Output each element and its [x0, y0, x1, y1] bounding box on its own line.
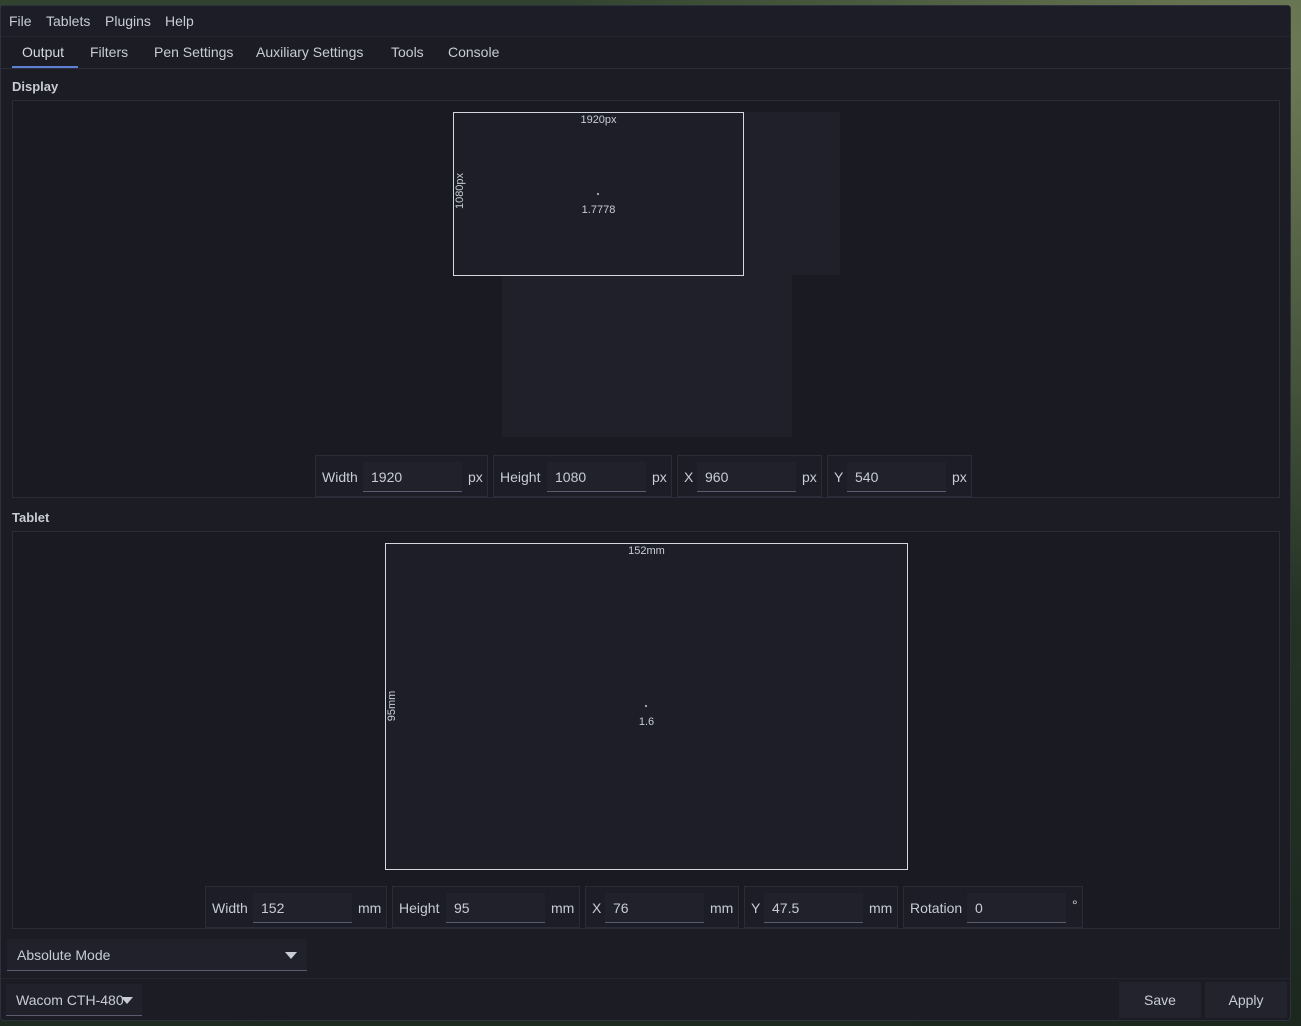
tablet-y-field: Y 47.5 mm	[744, 886, 898, 928]
output-mode-value: Absolute Mode	[17, 947, 111, 963]
display-width-field-label: Width	[322, 469, 358, 485]
tablet-x-input[interactable]: 76	[605, 893, 704, 923]
tablet-aspect-label: 1.6	[638, 716, 655, 728]
display-width-input[interactable]: 1920	[363, 462, 462, 492]
tablet-section-title: Tablet	[12, 510, 50, 525]
display-width-label: 1920px	[580, 114, 617, 126]
tablet-width-unit: mm	[358, 900, 382, 916]
display-y-unit: px	[952, 469, 967, 485]
tablet-area-rect[interactable]: 152mm 95mm 1.6	[385, 543, 908, 870]
tab-console[interactable]: Console	[448, 44, 499, 60]
display-height-field-label: Height	[500, 469, 541, 485]
save-button[interactable]: Save	[1119, 982, 1201, 1018]
menu-tablets[interactable]: Tablets	[46, 13, 90, 29]
display-x-field: X 960 px	[677, 455, 822, 497]
chevron-down-icon	[121, 997, 133, 1004]
tablet-width-label: 152mm	[628, 545, 665, 557]
chevron-down-icon	[285, 952, 297, 959]
app-window: File Tablets Plugins Help Output Filters…	[0, 5, 1291, 1021]
display-aspect-label: 1.7778	[581, 204, 616, 216]
tab-bar: Output Filters Pen Settings Auxiliary Se…	[1, 37, 1290, 69]
display-x-field-label: X	[684, 469, 694, 485]
tablet-rotation-input[interactable]: 0	[967, 893, 1066, 923]
tablet-width-field-label: Width	[212, 900, 248, 916]
display-height-input[interactable]: 1080	[547, 462, 646, 492]
tablet-x-field: X 76 mm	[585, 886, 739, 928]
tablet-height-field-label: Height	[399, 900, 440, 916]
tablet-select-dropdown[interactable]: Wacom CTH-480	[6, 984, 142, 1016]
display-x-unit: px	[802, 469, 817, 485]
display-y-input[interactable]: 540	[847, 462, 946, 492]
tablet-center-dot	[645, 705, 647, 707]
tab-pen-settings[interactable]: Pen Settings	[154, 44, 233, 60]
display-height-unit: px	[652, 469, 667, 485]
tablet-y-input[interactable]: 47.5	[764, 893, 863, 923]
tab-filters[interactable]: Filters	[90, 44, 128, 60]
tablet-rotation-unit: °	[1072, 897, 1078, 913]
menu-plugins[interactable]: Plugins	[105, 13, 151, 29]
tablet-select-value: Wacom CTH-480	[16, 992, 124, 1008]
display-height-field: Height 1080 px	[493, 455, 672, 497]
menu-help[interactable]: Help	[165, 13, 194, 29]
display-x-input[interactable]: 960	[697, 462, 796, 492]
display-y-field-label: Y	[834, 469, 844, 485]
display-area-rect[interactable]: 1920px 1080px 1.7778	[453, 112, 744, 276]
tablet-panel: 152mm 95mm 1.6 Width 152 mm Height 95 mm…	[12, 531, 1280, 929]
display-width-unit: px	[468, 469, 483, 485]
tab-tools[interactable]: Tools	[391, 44, 424, 60]
active-tab-indicator	[12, 66, 78, 68]
tablet-x-unit: mm	[710, 900, 734, 916]
display-center-dot	[597, 193, 599, 195]
menu-bar: File Tablets Plugins Help	[1, 6, 1290, 37]
tablet-x-field-label: X	[592, 900, 602, 916]
tablet-width-input[interactable]: 152	[253, 893, 352, 923]
tablet-height-field: Height 95 mm	[392, 886, 580, 928]
tablet-y-field-label: Y	[751, 900, 761, 916]
display-panel: 1920px 1080px 1.7778 Width 1920 px Heigh…	[12, 100, 1280, 498]
bottom-bar: Wacom CTH-480 Save Apply	[1, 978, 1290, 1023]
tablet-y-unit: mm	[869, 900, 893, 916]
display-y-field: Y 540 px	[827, 455, 972, 497]
display-section-title: Display	[12, 79, 59, 94]
tablet-height-unit: mm	[551, 900, 575, 916]
tablet-rotation-field-label: Rotation	[910, 900, 963, 916]
tab-auxiliary-settings[interactable]: Auxiliary Settings	[256, 44, 363, 60]
output-mode-dropdown[interactable]: Absolute Mode	[7, 939, 307, 971]
tab-output[interactable]: Output	[22, 44, 64, 60]
apply-button[interactable]: Apply	[1205, 982, 1287, 1018]
tablet-rotation-field: Rotation 0 °	[903, 886, 1083, 928]
display-width-field: Width 1920 px	[315, 455, 488, 497]
menu-file[interactable]: File	[9, 13, 32, 29]
display-layout-bg-bottom	[502, 275, 792, 437]
tablet-width-field: Width 152 mm	[205, 886, 387, 928]
tablet-height-input[interactable]: 95	[446, 893, 545, 923]
